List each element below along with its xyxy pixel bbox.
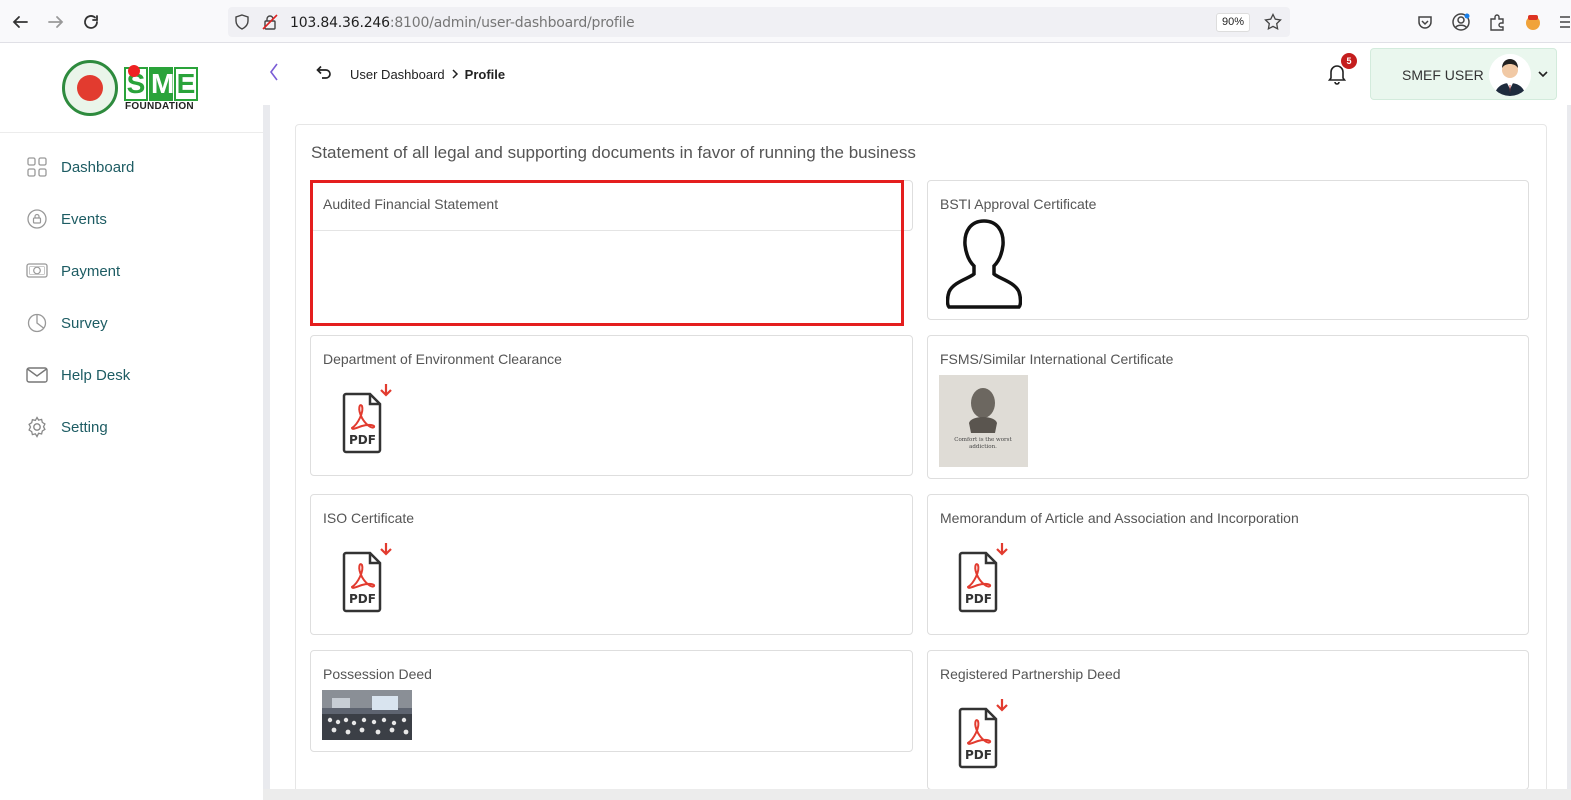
browser-toolbar: 103.84.36.246:8100/admin/user-dashboard/… — [0, 0, 1571, 43]
document-title: Department of Environment Clearance — [323, 351, 562, 367]
extension-avatar-icon[interactable] — [1522, 11, 1544, 33]
chevron-right-icon — [451, 68, 459, 82]
url-text[interactable]: 103.84.36.246:8100/admin/user-dashboard/… — [290, 15, 635, 31]
bookmark-star-icon[interactable] — [1262, 11, 1284, 33]
pie-chart-icon — [26, 312, 48, 334]
document-title: ISO Certificate — [323, 510, 415, 526]
sidebar-item-label: Payment — [61, 262, 121, 280]
sidebar-item-label: Survey — [61, 314, 108, 332]
breadcrumb-current: Profile — [464, 67, 506, 82]
collapse-sidebar-chevron-icon[interactable] — [268, 61, 280, 89]
svg-text:PDF: PDF — [965, 592, 992, 606]
gear-icon — [26, 416, 48, 438]
pdf-file-icon[interactable]: PDF — [336, 382, 396, 454]
account-icon[interactable] — [1450, 11, 1472, 33]
pdf-file-icon[interactable]: PDF — [952, 541, 1012, 613]
person-placeholder-icon — [945, 219, 1023, 316]
main-area: User Dashboard Profile 5 SMEF USER State… — [263, 43, 1571, 800]
sidebar-item-payment[interactable]: Payment — [4, 245, 255, 297]
document-card-iso-certificate[interactable]: ISO Certificate PDF — [310, 494, 913, 635]
sidebar-item-label: Events — [61, 210, 107, 228]
government-seal-logo — [62, 60, 118, 116]
back-undo-icon[interactable] — [314, 63, 332, 86]
reload-icon[interactable] — [80, 11, 102, 33]
document-title: BSTI Approval Certificate — [940, 196, 1097, 212]
breadcrumb-parent-link[interactable]: User Dashboard — [350, 67, 445, 82]
svg-text:PDF: PDF — [349, 592, 376, 606]
sidebar-item-label: Setting — [61, 418, 108, 436]
document-title: Memorandum of Article and Association an… — [940, 510, 1299, 526]
top-header: User Dashboard Profile 5 SMEF USER — [263, 43, 1571, 105]
document-title: FSMS/Similar International Certificate — [940, 351, 1174, 367]
zoom-level[interactable]: 90% — [1216, 13, 1250, 32]
shield-icon[interactable] — [234, 14, 250, 35]
user-name: SMEF USER — [1402, 67, 1484, 83]
pocket-icon[interactable] — [1414, 11, 1436, 33]
back-arrow-icon[interactable] — [9, 11, 31, 33]
document-card-memorandum-of-article[interactable]: Memorandum of Article and Association an… — [927, 494, 1529, 635]
section-title: Statement of all legal and supporting do… — [311, 143, 916, 162]
mail-icon — [26, 364, 48, 386]
logo-foundation-text: FOUNDATION — [125, 101, 194, 112]
logo-letter-m: M — [149, 67, 175, 101]
svg-text:addiction.: addiction. — [969, 444, 997, 450]
svg-text:PDF: PDF — [349, 433, 376, 447]
sidebar-menu: Dashboard Events Payment Survey Help Des… — [4, 141, 255, 453]
document-card-department-of-environment-clearance[interactable]: Department of Environment Clearance PDF — [310, 335, 913, 476]
document-card-possession-deed[interactable]: Possession Deed — [310, 650, 913, 752]
avatar — [1489, 54, 1531, 96]
sidebar-item-help-desk[interactable]: Help Desk — [4, 349, 255, 401]
chevron-down-icon — [1537, 67, 1549, 85]
grid-icon — [26, 156, 48, 178]
sidebar: S M E FOUNDATION Dashboard Events Paymen… — [0, 43, 263, 800]
lock-circle-icon — [26, 208, 48, 230]
document-title: Possession Deed — [323, 666, 432, 682]
sidebar-item-setting[interactable]: Setting — [4, 401, 255, 453]
money-icon — [26, 260, 48, 282]
extensions-puzzle-icon[interactable] — [1486, 11, 1508, 33]
sidebar-item-dashboard[interactable]: Dashboard — [4, 141, 255, 193]
sidebar-item-survey[interactable]: Survey — [4, 297, 255, 349]
logo-letter-e: E — [174, 67, 198, 101]
document-title: Registered Partnership Deed — [940, 666, 1121, 682]
horizontal-scrollbar-track[interactable] — [263, 789, 1571, 800]
possession-deed-image-thumbnail[interactable] — [322, 690, 412, 740]
pdf-file-icon[interactable]: PDF — [952, 697, 1012, 769]
pdf-file-icon[interactable]: PDF — [336, 541, 396, 613]
breadcrumb: User Dashboard Profile — [350, 67, 505, 82]
forward-arrow-icon[interactable] — [45, 11, 67, 33]
sme-foundation-logo[interactable]: S M E FOUNDATION — [0, 43, 263, 133]
document-card-fsms-certificate[interactable]: FSMS/Similar International Certificate C… — [927, 335, 1529, 479]
card-divider — [313, 230, 901, 231]
user-menu[interactable]: SMEF USER — [1370, 48, 1557, 100]
logo-red-dot — [128, 65, 140, 77]
menu-hamburger-icon[interactable] — [1556, 11, 1571, 33]
sidebar-item-label: Dashboard — [61, 158, 135, 176]
document-card-bsti-approval-certificate[interactable]: BSTI Approval Certificate — [927, 180, 1529, 320]
insecure-lock-icon[interactable] — [262, 14, 278, 35]
sidebar-item-events[interactable]: Events — [4, 193, 255, 245]
sidebar-item-label: Help Desk — [61, 366, 131, 384]
notification-badge: 5 — [1341, 53, 1357, 69]
fsms-image-thumbnail[interactable]: Comfort is the worst addiction. — [939, 375, 1028, 467]
document-card-registered-partnership-deed[interactable]: Registered Partnership Deed PDF — [927, 650, 1529, 790]
svg-text:PDF: PDF — [965, 748, 992, 762]
highlight-box — [310, 180, 904, 326]
address-bar[interactable]: 103.84.36.246:8100/admin/user-dashboard/… — [228, 7, 1290, 37]
svg-text:Comfort is the worst: Comfort is the worst — [954, 437, 1012, 443]
